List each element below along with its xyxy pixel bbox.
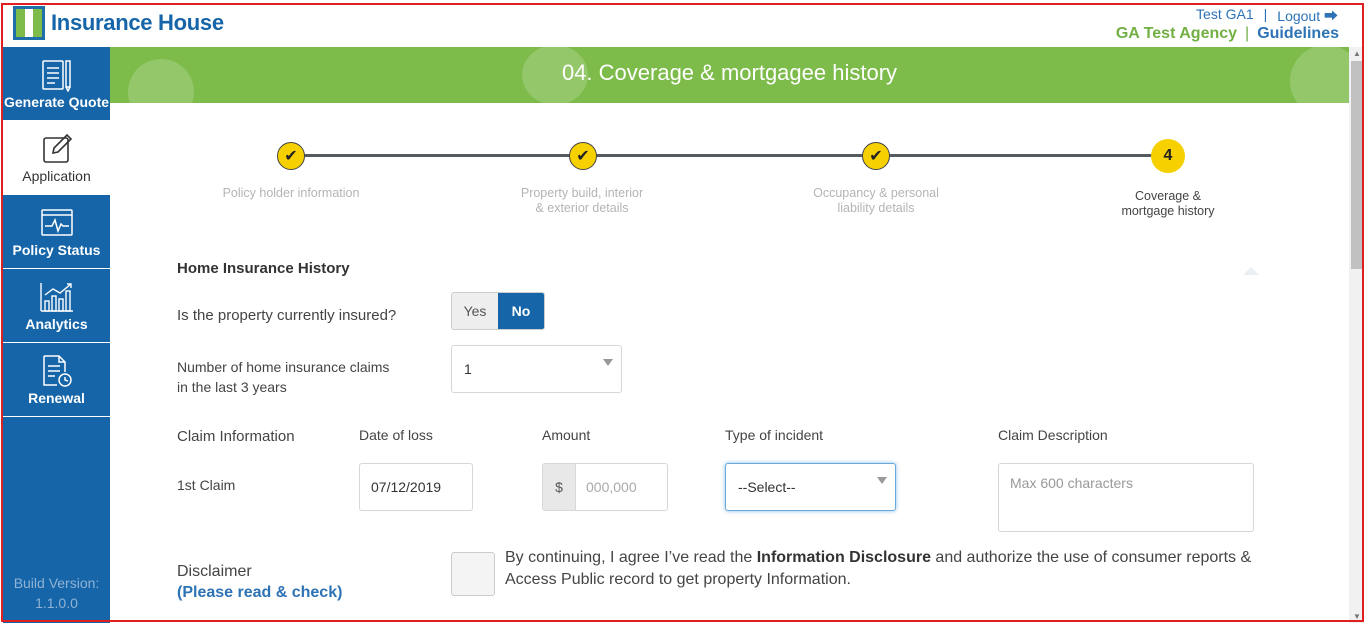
step-1-label: Policy holder information [206, 186, 376, 201]
please-read-link[interactable]: (Please read & check) [177, 584, 342, 602]
date-of-loss-header: Date of loss [359, 427, 433, 443]
disclaimer-text-part: By continuing, I agree I’ve read the [505, 549, 757, 566]
pulse-monitor-icon [40, 206, 74, 240]
guidelines-link[interactable]: Guidelines [1257, 25, 1339, 43]
sidebar-item-label: Policy Status [12, 241, 101, 258]
house-logo-icon [13, 6, 45, 40]
type-of-incident-header: Type of incident [725, 427, 824, 443]
separator: | [1263, 6, 1268, 22]
sidebar-item-label: Generate Quote [3, 93, 110, 110]
date-of-loss-input[interactable]: 07/12/2019 [359, 463, 473, 511]
incident-type-value: --Select-- [738, 479, 796, 495]
scroll-thumb[interactable] [1351, 61, 1362, 269]
sidebar-item-analytics[interactable]: Analytics [3, 269, 110, 343]
build-version: Build Version: 1.1.0.0 [3, 573, 110, 613]
sidebar-item-renewal[interactable]: Renewal [3, 343, 110, 417]
amount-input[interactable]: 000,000 [576, 464, 637, 510]
scroll-down-icon[interactable]: ▼ [1353, 612, 1361, 621]
step-label-line: & exterior details [535, 201, 629, 215]
step-label-line: liability details [837, 201, 915, 215]
information-disclosure-link[interactable]: Information Disclosure [757, 549, 931, 566]
step-4-label: Coverage & mortgage history [1083, 189, 1253, 219]
document-list-icon [40, 58, 74, 92]
claim-description-header: Claim Description [998, 427, 1108, 443]
incident-type-select[interactable]: --Select-- [725, 463, 896, 511]
insured-question-label: Is the property currently insured? [177, 307, 397, 324]
sidebar-item-policy-status[interactable]: Policy Status [3, 195, 110, 269]
claim-row-label: 1st Claim [177, 477, 236, 493]
agency-name-link[interactable]: GA Test Agency [1116, 25, 1237, 43]
insured-toggle: Yes No [451, 292, 545, 330]
logo[interactable]: Insurance House [13, 6, 224, 40]
sidebar-item-label: Analytics [25, 315, 88, 332]
build-version-label: Build Version: [13, 575, 100, 591]
step-label-line: mortgage history [1121, 204, 1215, 218]
step-label-line: Property build, interior [520, 186, 644, 200]
claim-info-label: Claim Information [177, 428, 295, 445]
step-2-check-icon[interactable]: ✔ [569, 142, 597, 170]
sidebar-item-generate-quote[interactable]: Generate Quote [3, 47, 110, 121]
document-clock-icon [40, 354, 74, 388]
amount-header: Amount [542, 427, 591, 443]
build-version-number: 1.1.0.0 [35, 595, 78, 611]
step-label-line: Coverage & [1134, 189, 1201, 203]
logout-link[interactable]: Logout ⮕ [1277, 6, 1338, 26]
sidebar-item-application[interactable]: Application [3, 121, 110, 195]
disclaimer-label: Disclaimer [177, 563, 252, 580]
page-banner: 04. Coverage & mortgagee history [110, 47, 1349, 103]
agency-links: GA Test Agency | Guidelines [1116, 25, 1339, 43]
claims-count-label-line: Number of home insurance claims [177, 359, 390, 375]
claim-description-textarea[interactable]: Max 600 characters [998, 463, 1254, 532]
logo-text: Insurance House [51, 10, 224, 35]
sidebar-item-label: Renewal [28, 389, 85, 406]
chevron-down-icon [877, 477, 887, 484]
amount-input-group[interactable]: $ 000,000 [542, 463, 668, 511]
stepper-track [290, 154, 1168, 157]
currency-addon: $ [543, 464, 576, 510]
step-label-line: Policy holder information [222, 186, 360, 200]
disclaimer-text: By continuing, I agree I’ve read the Inf… [505, 547, 1265, 591]
step-4-number[interactable]: 4 [1151, 139, 1185, 173]
user-name-link[interactable]: Test GA1 [1196, 6, 1254, 26]
step-label-line: Occupancy & personal [813, 186, 939, 200]
separator: | [1245, 25, 1250, 42]
scroll-up-icon[interactable]: ▲ [1353, 49, 1361, 58]
vertical-scrollbar[interactable]: ▲ ▼ [1349, 47, 1364, 623]
step-1-check-icon[interactable]: ✔ [277, 142, 305, 170]
edit-icon [41, 132, 73, 166]
step-2-label: Property build, interior & exterior deta… [497, 186, 667, 216]
claims-count-select[interactable]: 1 [451, 345, 622, 393]
claims-count-label-line: in the last 3 years [177, 379, 287, 395]
page-title: 04. Coverage & mortgagee history [561, 60, 898, 85]
no-option-button[interactable]: No [498, 293, 544, 329]
bar-chart-icon [39, 280, 75, 314]
step-3-check-icon[interactable]: ✔ [862, 142, 890, 170]
chevron-down-icon [603, 359, 613, 366]
disclaimer-checkbox[interactable] [451, 552, 495, 596]
user-links: Test GA1 | Logout ⮕ [1196, 6, 1338, 26]
section-title: Home Insurance History [177, 260, 350, 277]
collapse-arrow-icon[interactable] [1243, 267, 1259, 275]
sidebar-item-label: Application [22, 167, 91, 184]
step-3-label: Occupancy & personal liability details [791, 186, 961, 216]
top-header: Insurance House Test GA1 | Logout ⮕ GA T… [0, 0, 1366, 47]
yes-option-button[interactable]: Yes [452, 293, 498, 329]
claims-count-value: 1 [464, 361, 472, 377]
sidebar: Generate Quote Application Policy Status [3, 47, 110, 623]
claims-count-label: Number of home insurance claims in the l… [177, 357, 389, 397]
